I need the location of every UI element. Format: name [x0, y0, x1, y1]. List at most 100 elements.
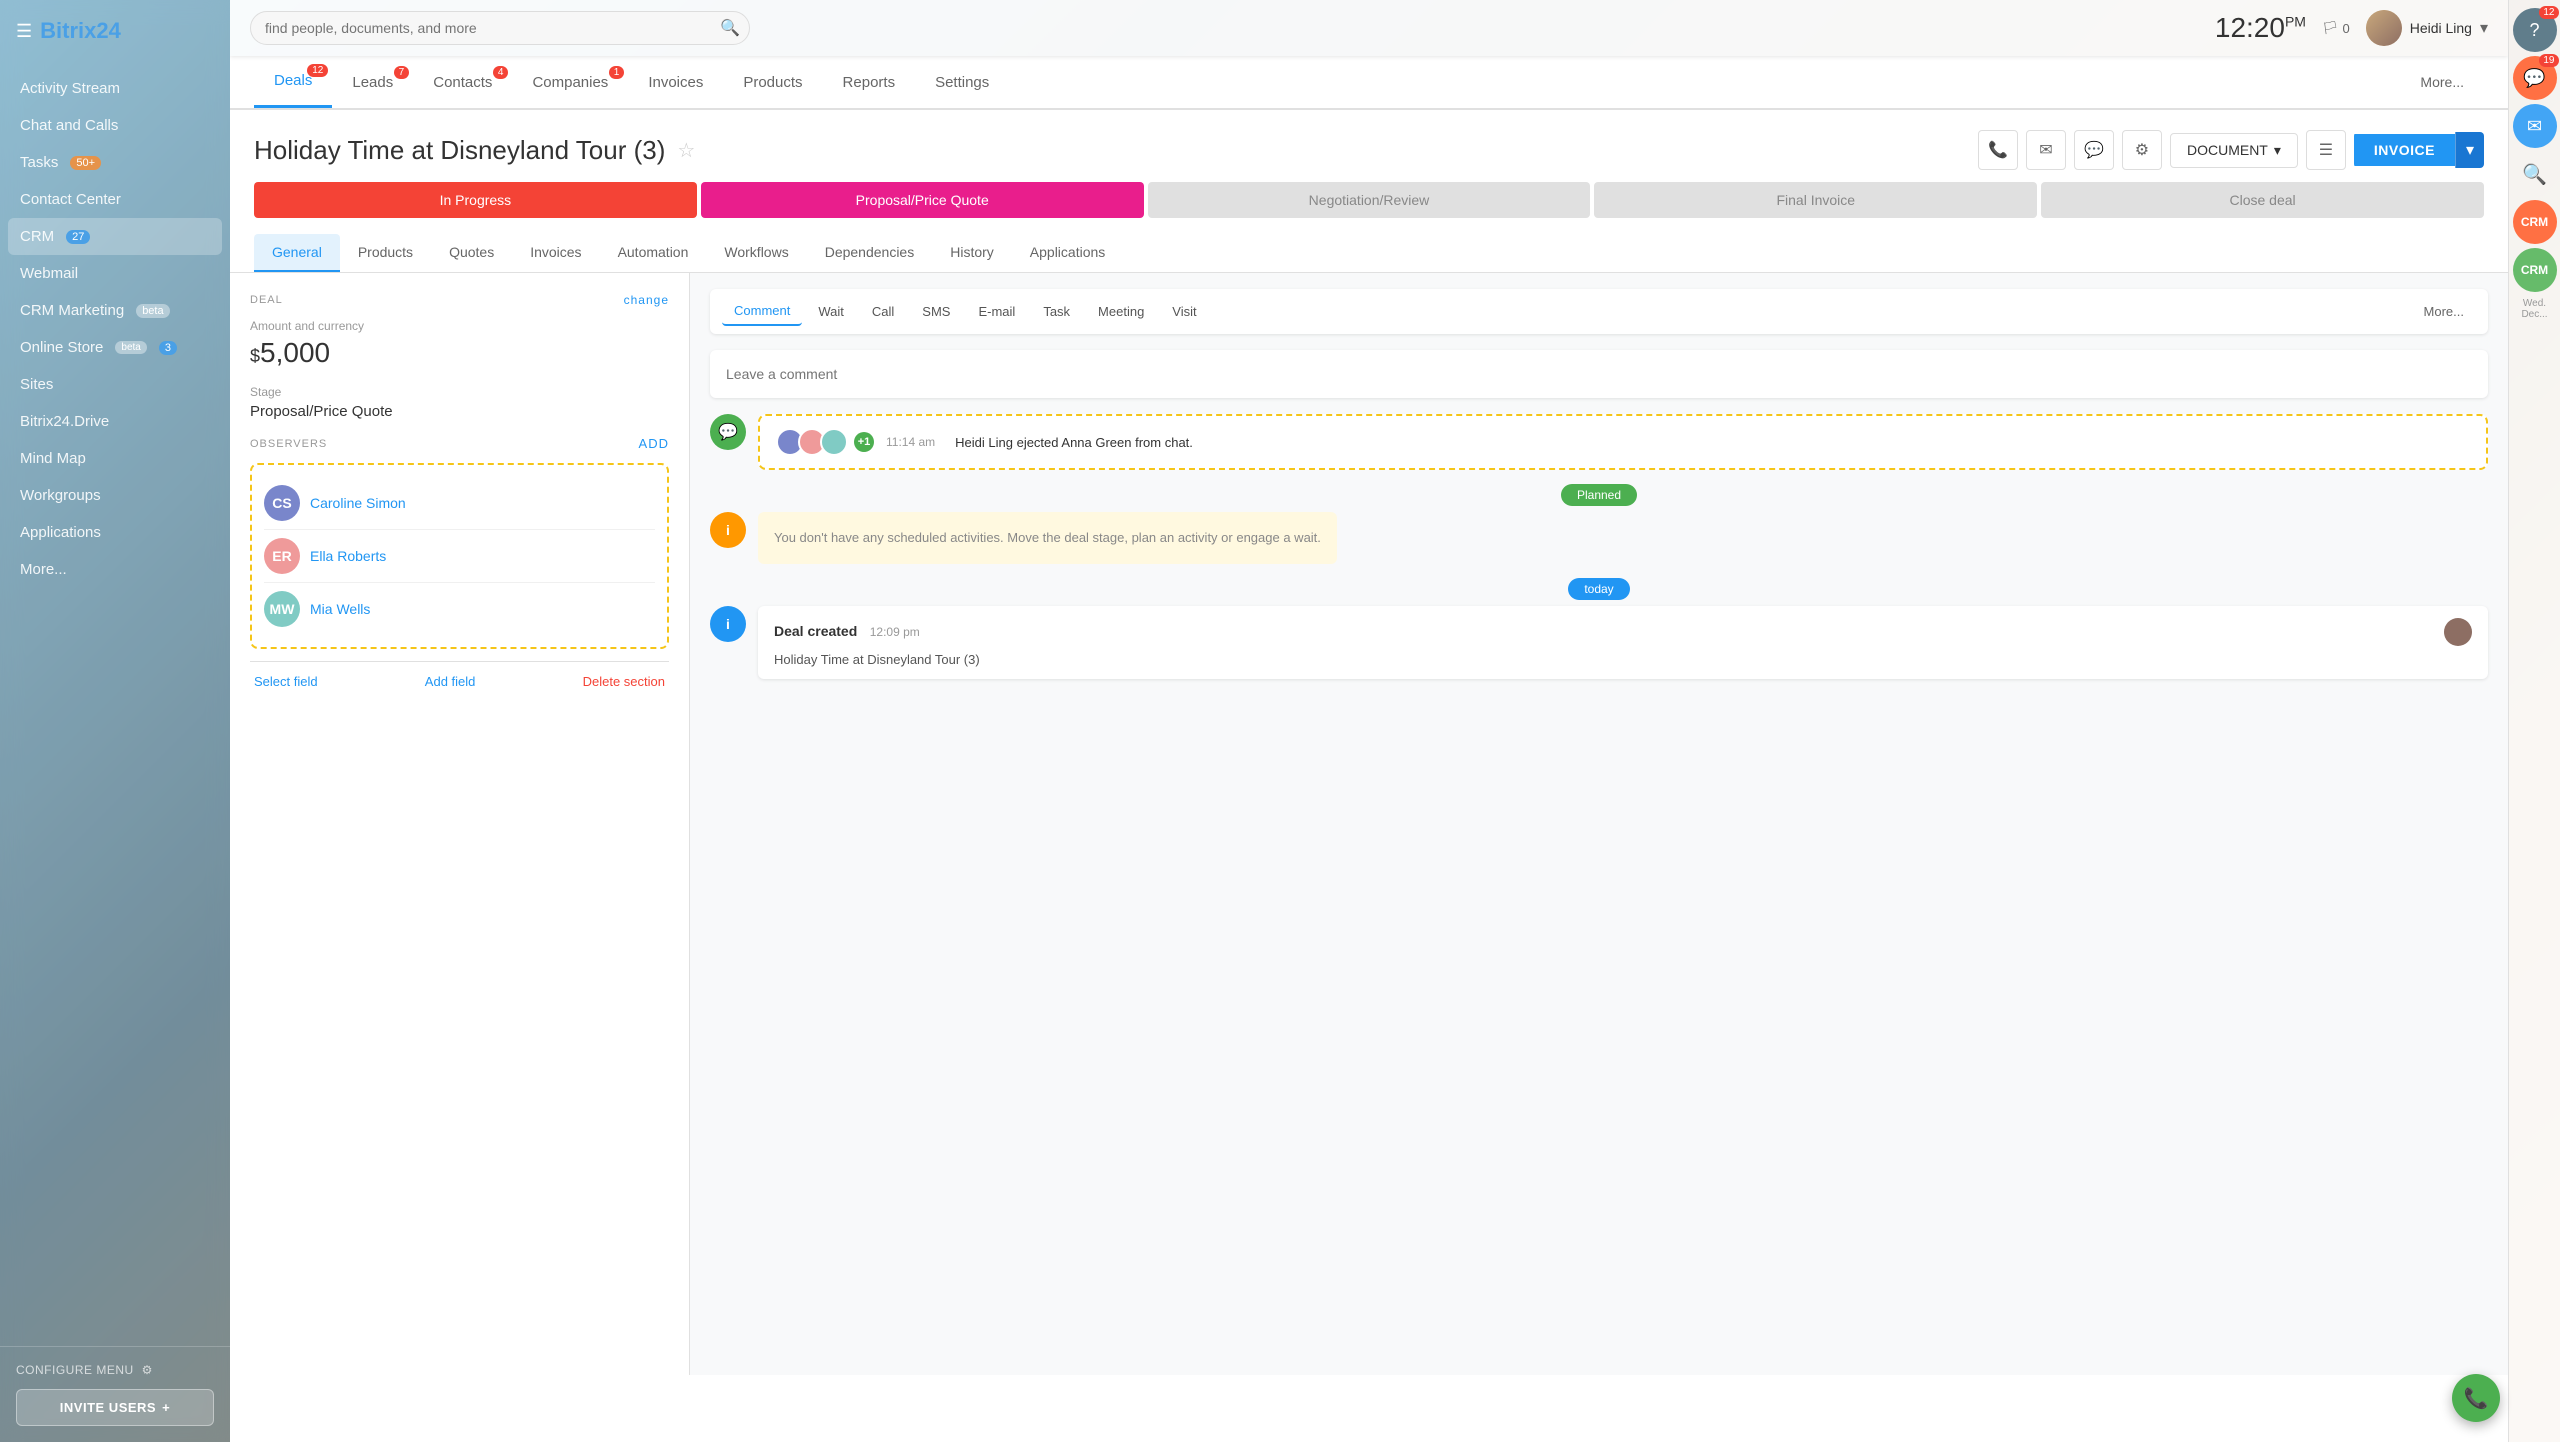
configure-menu[interactable]: CONFIGURE MENU ⚙	[16, 1363, 214, 1377]
tab-companies[interactable]: Companies 1	[512, 58, 628, 107]
settings-button[interactable]: ⚙	[2122, 130, 2162, 170]
sidebar-item-sites[interactable]: Sites	[0, 366, 230, 403]
comment-input[interactable]	[722, 362, 2476, 386]
observer-name-ella[interactable]: Ella Roberts	[310, 548, 386, 564]
act-tab-comment[interactable]: Comment	[722, 297, 802, 326]
stage-in-progress[interactable]: In Progress	[254, 182, 697, 218]
subtab-quotes[interactable]: Quotes	[431, 234, 512, 272]
timeline-content: +1 11:14 am Heidi Ling ejected Anna Gree…	[758, 414, 2488, 470]
right-sidebar: ? 12 💬 19 ✉ 🔍 CRM CRM Wed. Dec...	[2508, 0, 2560, 1442]
subtab-invoices[interactable]: Invoices	[512, 234, 599, 272]
no-activity-box: You don't have any scheduled activities.…	[758, 512, 1337, 564]
observers-section: CS Caroline Simon ER Ella Roberts MW Mia…	[250, 463, 669, 649]
sidebar-item-label: Bitrix24.Drive	[20, 413, 109, 430]
tab-products[interactable]: Products	[723, 58, 822, 107]
chat-button[interactable]: 💬	[2074, 130, 2114, 170]
phone-fab-button[interactable]: 📞	[2452, 1374, 2500, 1422]
topbar-user[interactable]: Heidi Ling ▾	[2366, 10, 2488, 46]
sidebar-item-more[interactable]: More...	[0, 551, 230, 588]
sidebar-item-label: Applications	[20, 524, 101, 541]
sidebar-item-crm[interactable]: CRM 27	[8, 218, 222, 255]
question-mark-icon: ?	[2529, 20, 2539, 41]
sidebar-item-contact-center[interactable]: Contact Center	[0, 181, 230, 218]
stage-final-invoice[interactable]: Final Invoice	[1594, 182, 2037, 218]
sidebar-item-webmail[interactable]: Webmail	[0, 255, 230, 292]
tab-reports[interactable]: Reports	[823, 58, 916, 107]
sidebar-item-mindmap[interactable]: Mind Map	[0, 440, 230, 477]
sidebar-item-activity-stream[interactable]: Activity Stream	[0, 70, 230, 107]
stage-proposal[interactable]: Proposal/Price Quote	[701, 182, 1144, 218]
change-link[interactable]: change	[624, 293, 669, 307]
search-rs-icon-button[interactable]: 🔍	[2513, 152, 2557, 196]
amount-label: Amount and currency	[250, 319, 669, 333]
deals-tab-badge: 12	[307, 64, 328, 77]
sidebar-item-online-store[interactable]: Online Store beta 3	[0, 329, 230, 366]
search-input[interactable]	[250, 11, 750, 45]
subtab-general[interactable]: General	[254, 234, 340, 272]
crm-orange-rs-icon: CRM	[2521, 215, 2548, 229]
chat-rs-icon: 💬	[2523, 68, 2545, 89]
observer-name-caroline[interactable]: Caroline Simon	[310, 495, 406, 511]
tab-contacts[interactable]: Contacts 4	[413, 58, 512, 107]
tab-deals[interactable]: Deals 12	[254, 56, 332, 108]
sidebar-item-workgroups[interactable]: Workgroups	[0, 477, 230, 514]
list-button[interactable]: ☰	[2306, 130, 2346, 170]
help-icon-button[interactable]: ? 12	[2513, 8, 2557, 52]
subtab-applications[interactable]: Applications	[1012, 234, 1124, 272]
sidebar-item-crm-marketing[interactable]: CRM Marketing beta	[0, 292, 230, 329]
sidebar-item-label: Workgroups	[20, 487, 101, 504]
invoice-main-button[interactable]: INVOICE	[2354, 134, 2455, 166]
stage-close-deal[interactable]: Close deal	[2041, 182, 2484, 218]
tab-leads[interactable]: Leads 7	[332, 58, 413, 107]
search-icon[interactable]: 🔍	[720, 18, 740, 38]
tab-settings[interactable]: Settings	[915, 58, 1009, 107]
act-tab-more[interactable]: More...	[2412, 298, 2476, 325]
invite-users-button[interactable]: INVITE USERS +	[16, 1389, 214, 1426]
subtab-automation[interactable]: Automation	[600, 234, 707, 272]
act-tab-meeting[interactable]: Meeting	[1086, 298, 1156, 325]
observer-avatar-ella: ER	[264, 538, 300, 574]
deal-created-info: Deal created 12:09 pm	[774, 623, 920, 641]
tab-more[interactable]: More...	[2400, 58, 2484, 106]
amount-field: Amount and currency $5,000	[250, 319, 669, 369]
delete-section-link[interactable]: Delete section	[583, 674, 665, 689]
act-tab-sms[interactable]: SMS	[910, 298, 962, 325]
sidebar-item-label: CRM	[20, 228, 54, 245]
timeline-item-deal-created: i Deal created 12:09 pm Holiday Time a	[710, 606, 2488, 679]
sidebar-item-tasks[interactable]: Tasks 50+	[0, 144, 230, 181]
subtab-workflows[interactable]: Workflows	[706, 234, 806, 272]
crm-green-rs-icon-button[interactable]: CRM	[2513, 248, 2557, 292]
act-tab-wait[interactable]: Wait	[806, 298, 856, 325]
sidebar-nav: Activity Stream Chat and Calls Tasks 50+…	[0, 62, 230, 1346]
tab-invoices[interactable]: Invoices	[628, 58, 723, 107]
logo[interactable]: ☰ Bitrix24	[0, 0, 230, 62]
act-tab-task[interactable]: Task	[1031, 298, 1082, 325]
select-field-link[interactable]: Select field	[254, 674, 318, 689]
hamburger-icon[interactable]: ☰	[16, 21, 32, 42]
activity-tabs: Comment Wait Call SMS E-mail	[710, 289, 2488, 334]
sidebar-item-chat-calls[interactable]: Chat and Calls	[0, 107, 230, 144]
chat-rs-icon-button[interactable]: 💬 19	[2513, 56, 2557, 100]
chat-activity-box: +1 11:14 am Heidi Ling ejected Anna Gree…	[758, 414, 2488, 470]
add-observer-link[interactable]: add	[639, 436, 669, 451]
crm-orange-rs-icon-button[interactable]: CRM	[2513, 200, 2557, 244]
invoice-dropdown-button[interactable]: ▾	[2455, 132, 2484, 168]
sidebar-item-applications[interactable]: Applications	[0, 514, 230, 551]
observer-name-mia[interactable]: Mia Wells	[310, 601, 370, 617]
subtab-products[interactable]: Products	[340, 234, 431, 272]
subtab-history[interactable]: History	[932, 234, 1012, 272]
add-field-link[interactable]: Add field	[425, 674, 476, 689]
sidebar-item-drive[interactable]: Bitrix24.Drive	[0, 403, 230, 440]
act-tab-email[interactable]: E-mail	[966, 298, 1027, 325]
message-rs-icon-button[interactable]: ✉	[2513, 104, 2557, 148]
stage-negotiation[interactable]: Negotiation/Review	[1148, 182, 1591, 218]
subtab-dependencies[interactable]: Dependencies	[807, 234, 933, 272]
star-icon[interactable]: ☆	[677, 138, 695, 163]
phone-button[interactable]: 📞	[1978, 130, 2018, 170]
act-tab-visit[interactable]: Visit	[1160, 298, 1208, 325]
email-button[interactable]: ✉	[2026, 130, 2066, 170]
act-tab-call[interactable]: Call	[860, 298, 906, 325]
avatar	[2366, 10, 2402, 46]
document-button[interactable]: DOCUMENT ▾	[2170, 133, 2298, 168]
stage-value: Proposal/Price Quote	[250, 403, 669, 420]
